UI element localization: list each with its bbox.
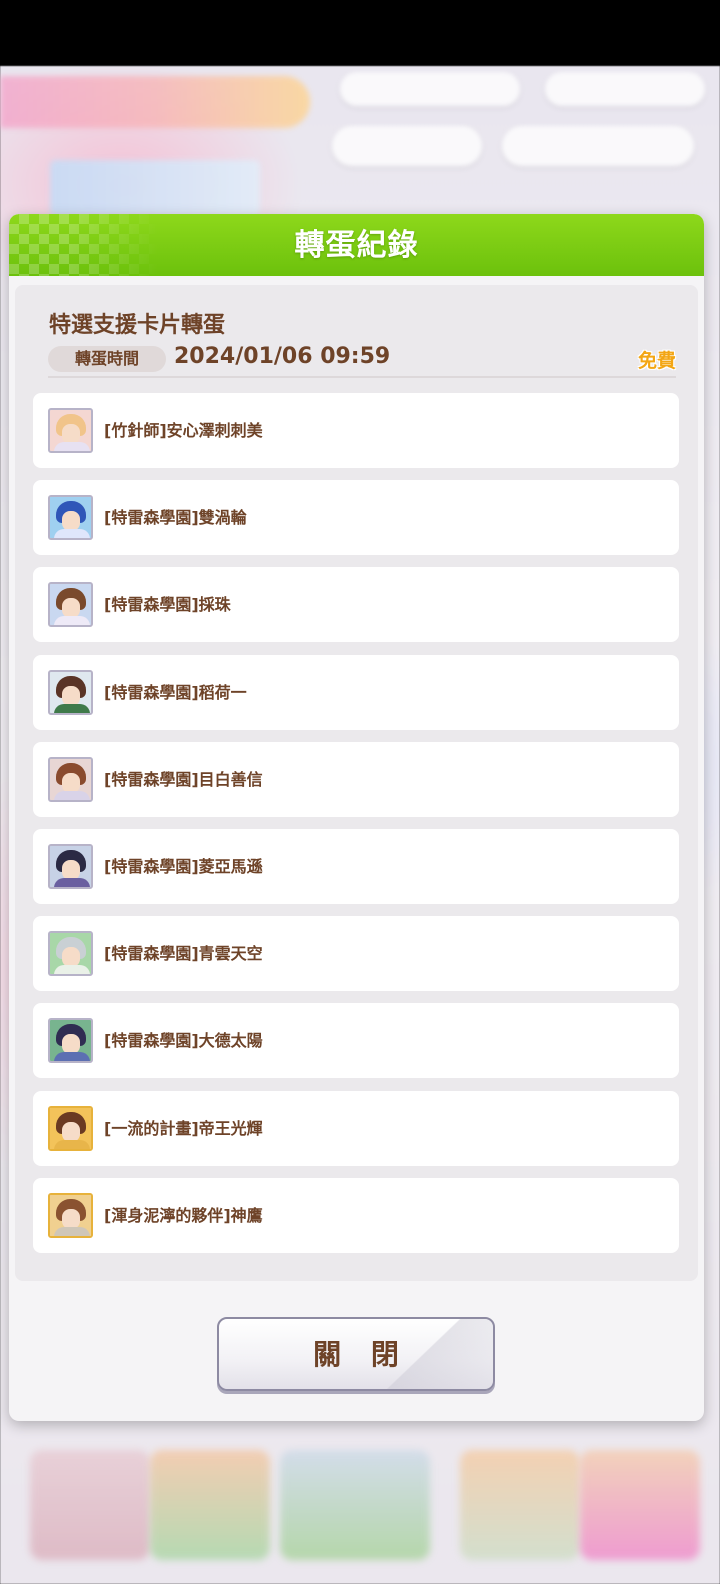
card-name: [特雷森學園]菱亞馬遜	[104, 857, 263, 876]
character-face	[62, 860, 80, 880]
card-thumbnail	[48, 1192, 93, 1238]
card-name: [渾身泥濘的夥伴]神鷹	[104, 1205, 263, 1225]
card-thumbnail	[48, 408, 93, 453]
background-menu-item-1	[30, 1450, 150, 1560]
card-name: [竹針師]安心澤刺刺美	[104, 421, 263, 440]
close-button-label: 關 閉	[313, 1338, 409, 1371]
card-thumbnail	[48, 844, 93, 889]
card-row: [特雷森學園]採珠	[33, 567, 679, 643]
character-body	[54, 703, 90, 713]
card-thumbnail	[48, 669, 93, 715]
card-row: [竹針師]安心澤刺刺美	[33, 393, 679, 468]
character-body	[54, 790, 90, 800]
background-menu-item-4	[460, 1450, 580, 1560]
card-row: [特雷森學園]雙渦輪	[33, 480, 679, 556]
card-row: [渾身泥濘的夥伴]神鷹	[33, 1177, 679, 1253]
character-face	[62, 1208, 80, 1229]
card-name: [特雷森學園]採珠	[104, 595, 231, 615]
card-name: [特雷森學園]雙渦輪	[104, 508, 247, 528]
character-body	[54, 442, 90, 451]
character-body	[54, 529, 90, 539]
background-resource-bar	[340, 72, 520, 106]
card-thumbnail	[48, 495, 93, 541]
card-row: [特雷森學園]稻荷一	[33, 654, 679, 730]
background-pill-left	[332, 126, 482, 166]
background-menu-item-3	[280, 1450, 430, 1560]
character-body	[54, 878, 90, 887]
card-row: [特雷森學園]大德太陽	[33, 1003, 679, 1079]
character-face	[62, 424, 80, 444]
character-face	[62, 1121, 80, 1142]
history-panel: 特選支援卡片轉蛋 轉蛋時間 2024/01/06 09:59 免費 [竹針師]安…	[15, 285, 698, 1281]
card-name: [一流的計畫]帝王光輝	[104, 1118, 263, 1138]
character-face	[62, 1034, 80, 1055]
card-thumbnail	[48, 931, 93, 977]
card-thumbnail	[48, 756, 93, 802]
gacha-history-dialog: 轉蛋紀錄 特選支援卡片轉蛋 轉蛋時間 2024/01/06 09:59 免費 […	[9, 214, 704, 1421]
card-name: [特雷森學園]青雲天空	[104, 944, 263, 964]
character-body	[54, 1226, 90, 1236]
background-banner	[0, 76, 310, 128]
background-menu-item-5	[580, 1450, 700, 1560]
background-pill-right	[502, 126, 694, 166]
character-body	[54, 1052, 90, 1062]
character-face	[62, 598, 80, 619]
card-name: [特雷森學園]目白善信	[104, 769, 263, 789]
card-name: [特雷森學園]大德太陽	[104, 1031, 263, 1051]
character-face	[62, 772, 80, 793]
character-face	[62, 685, 80, 706]
card-row: [一流的計畫]帝王光輝	[33, 1090, 679, 1166]
dialog-header: 轉蛋紀錄	[9, 214, 704, 276]
card-thumbnail	[48, 582, 93, 628]
character-body	[54, 1139, 90, 1149]
close-button[interactable]: 關 閉	[217, 1317, 495, 1391]
card-row: [特雷森學園]青雲天空	[33, 916, 679, 992]
card-row: [特雷森學園]目白善信	[33, 741, 679, 817]
background-resource-bar-2	[545, 72, 705, 106]
card-row: [特雷森學園]菱亞馬遜	[33, 829, 679, 904]
character-face	[62, 947, 80, 968]
card-thumbnail	[48, 1018, 93, 1064]
dialog-title: 轉蛋紀錄	[294, 228, 419, 263]
background-menu-item-2	[150, 1450, 270, 1560]
card-list: [竹針師]安心澤刺刺美 [特雷森學園]雙渦輪 [特雷森學園]採珠 [特雷森學園]稻荷一…	[15, 285, 698, 1281]
background-blue-panel	[50, 160, 260, 216]
character-body	[54, 616, 90, 626]
character-face	[62, 511, 80, 532]
card-thumbnail	[48, 1105, 93, 1151]
character-body	[54, 965, 90, 975]
card-name: [特雷森學園]稻荷一	[104, 682, 247, 702]
status-bar	[0, 0, 720, 66]
